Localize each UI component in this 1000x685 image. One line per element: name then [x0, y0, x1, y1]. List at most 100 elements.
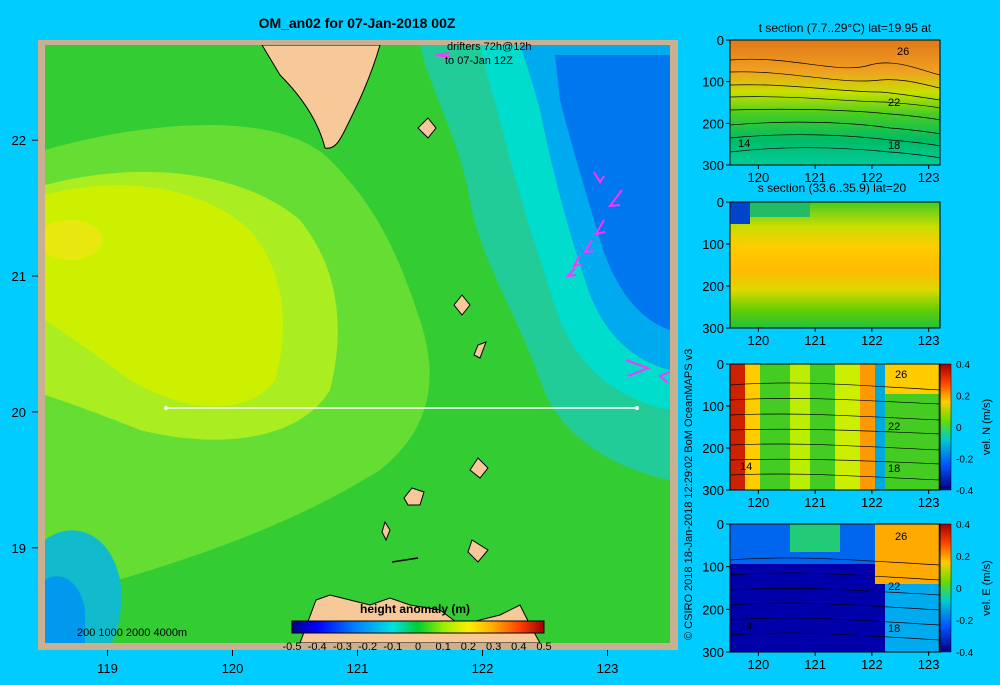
velocity-tick-label: -0.4 — [956, 486, 974, 497]
colorbar-tick-label: -0.5 — [283, 641, 302, 653]
section-y-tick-label: 0 — [717, 33, 724, 48]
section-x-tick-label: 123 — [918, 333, 940, 348]
main-x-tick-label: 119 — [97, 661, 118, 676]
vel-e-colorbar — [938, 523, 952, 653]
main-y-tick-label: 22 — [12, 133, 26, 148]
section-y-tick-label: 0 — [717, 357, 724, 372]
section-line-start — [164, 406, 168, 410]
colorbar-title: height anomaly (m) — [360, 602, 470, 616]
main-x-tick-label: 120 — [222, 661, 244, 676]
section-x-tick-label: 123 — [918, 657, 940, 672]
colorbar-tick-label: -0.3 — [333, 641, 352, 653]
vel-n-patch — [860, 364, 875, 490]
section-y-tick-label: 100 — [702, 75, 724, 90]
velocity-tick-label: -0.2 — [956, 616, 974, 627]
colorbar-tick-label: 0.3 — [486, 641, 501, 653]
t-contour-label: 22 — [888, 97, 900, 109]
section-y-tick-label: 200 — [702, 602, 724, 617]
section-y-tick-label: 100 — [702, 399, 724, 414]
colorbar-tick-label: 0.5 — [536, 641, 551, 653]
section-y-tick-label: 200 — [702, 279, 724, 294]
velocity-tick-label: -0.2 — [956, 455, 974, 466]
colorbar-tick-label: 0 — [415, 641, 421, 653]
ve-contour-label: 14 — [740, 621, 752, 633]
main-x-tick-labels: 119 120 121 122 123 — [97, 650, 618, 676]
vn-contour-label: 14 — [740, 461, 752, 473]
vn-contour-label: 26 — [895, 369, 907, 381]
section-x-tick-label: 121 — [804, 495, 826, 510]
s-section-plot — [730, 202, 940, 328]
section-x-tick-label: 120 — [748, 170, 770, 185]
velocity-tick-label: 0 — [956, 584, 962, 595]
colorbar-tick-label: -0.2 — [358, 641, 377, 653]
section-y-tick-label: 200 — [702, 441, 724, 456]
vel-e-patch — [875, 524, 940, 584]
velocity-tick-label: 0 — [956, 423, 962, 434]
colorbar-tick-label: -0.4 — [308, 641, 327, 653]
section-y-tick-label: 300 — [702, 158, 724, 173]
t-contour-label: 18 — [888, 140, 900, 152]
velocity-tick-label: -0.4 — [956, 648, 974, 659]
section-y-tick-label: 300 — [702, 645, 724, 660]
section-x-tick-label: 121 — [804, 657, 826, 672]
s-section-surface-low — [730, 202, 750, 224]
main-x-tick-label: 121 — [347, 661, 369, 676]
colorbar-tick-labels: -0.5 -0.4 -0.3 -0.2 -0.1 0 0.1 0.2 0.3 0.4 0.5 — [283, 641, 552, 653]
vel-n-colorbar — [938, 363, 952, 491]
ve-contour-label: 18 — [888, 623, 900, 635]
contour-band-0-3 — [45, 220, 102, 260]
section-x-tick-label: 120 — [748, 495, 770, 510]
main-y-tick-label: 20 — [12, 405, 26, 420]
vel-e-patch — [790, 524, 840, 552]
t-contour-label: 26 — [897, 46, 909, 58]
velocity-tick-label: 0.2 — [956, 392, 970, 403]
vn-contour-label: 18 — [888, 463, 900, 475]
section-y-tick-label: 100 — [702, 560, 724, 575]
section-y-tick-label: 300 — [702, 321, 724, 336]
ve-contour-label: 26 — [895, 531, 907, 543]
colorbar-tick-label: -0.1 — [383, 641, 402, 653]
section-x-tick-label: 123 — [918, 170, 940, 185]
section-x-tick-label: 120 — [748, 657, 770, 672]
vel-n-patch — [835, 364, 860, 490]
credit-text: © CSIRO 2018 18-Jan-2018 12:29:02 BoM Oc… — [683, 349, 695, 640]
vel-n-colorbar-label: vel. N (m/s) — [981, 399, 993, 455]
colorbar-tick-label: 0.4 — [511, 641, 526, 653]
section-x-tick-label: 120 — [748, 333, 770, 348]
vel-e-colorbar-label: vel. E (m/s) — [981, 560, 993, 616]
velocity-tick-label: 0.4 — [956, 520, 970, 531]
section-line-end — [635, 406, 639, 410]
t-contour-label: 14 — [738, 138, 750, 150]
t-section-title: t section (7.7..29°C) lat=19.95 at — [759, 21, 932, 35]
colorbar-tick-label: 0.2 — [461, 641, 476, 653]
drifter-note-line1: drifters 72h@12h — [447, 41, 532, 53]
velocity-tick-label: 0.4 — [956, 360, 970, 371]
height-colorbar — [291, 620, 545, 634]
section-x-tick-label: 121 — [804, 333, 826, 348]
section-x-tick-label: 123 — [918, 495, 940, 510]
figure-canvas: OM_an02 for 07-Jan-2018 00Z drifters 72h… — [12, 15, 993, 676]
main-y-tick-label: 21 — [12, 269, 26, 284]
drifter-note-line2: to 07-Jan 12Z — [445, 55, 513, 67]
main-x-tick-label: 123 — [597, 661, 619, 676]
section-y-tick-label: 200 — [702, 116, 724, 131]
ocean-forecast-figure: OM_an02 for 07-Jan-2018 00Z drifters 72h… — [0, 0, 1000, 680]
depth-legend: 200 1000 2000 4000m — [77, 627, 187, 639]
section-y-tick-label: 300 — [702, 483, 724, 498]
main-y-tick-labels: 19 20 21 22 — [12, 133, 38, 556]
main-x-tick-label: 122 — [472, 661, 494, 676]
t-section-plot — [730, 40, 940, 165]
section-x-tick-label: 121 — [804, 170, 826, 185]
main-y-tick-label: 19 — [12, 541, 26, 556]
section-x-tick-label: 122 — [861, 657, 883, 672]
section-x-tick-label: 122 — [861, 170, 883, 185]
s-section-title: s section (33.6..35.9) lat=20 — [758, 181, 907, 195]
ve-contour-label: 22 — [888, 581, 900, 593]
section-x-tick-label: 122 — [861, 333, 883, 348]
section-y-tick-label: 0 — [717, 195, 724, 210]
section-x-tick-label: 122 — [861, 495, 883, 510]
s-section-surface — [750, 202, 810, 217]
vel-n-patch — [875, 364, 885, 490]
velocity-tick-label: 0.2 — [956, 552, 970, 563]
section-y-tick-label: 100 — [702, 237, 724, 252]
